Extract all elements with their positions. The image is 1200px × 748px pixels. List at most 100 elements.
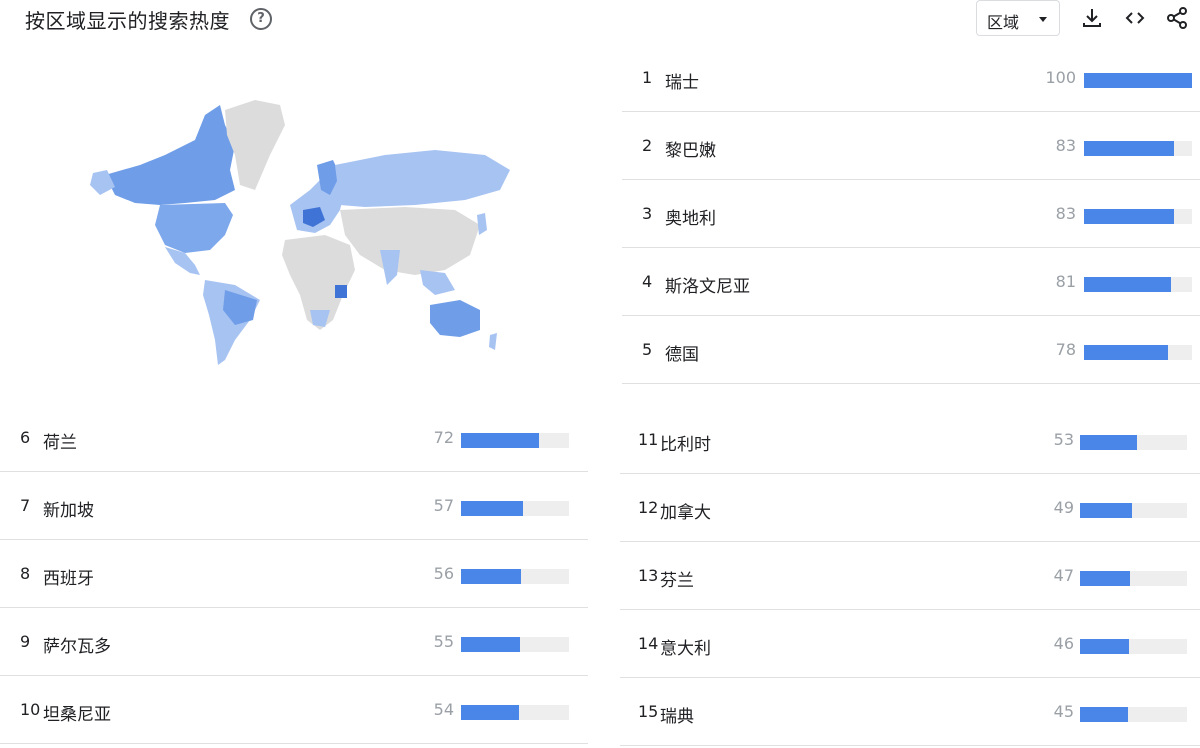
map-region-tanzania <box>335 285 347 298</box>
interest-bar-track <box>1080 639 1187 654</box>
interest-bar-track <box>461 501 569 516</box>
interest-bar-fill <box>1080 707 1129 722</box>
interest-bar-fill <box>1080 571 1131 586</box>
table-row[interactable]: 11 比利时 53 <box>620 406 1200 474</box>
interest-bar-track <box>1080 571 1187 586</box>
map-region-southeast-asia <box>420 270 455 295</box>
ranking-list-right: 11 比利时 53 12 加拿大 49 13 芬兰 47 14 意大利 46 15 瑞典 45 <box>620 406 1200 746</box>
interest-value: 56 <box>433 564 454 583</box>
interest-bar-track <box>1080 707 1187 722</box>
interest-bar-fill <box>1080 435 1137 450</box>
region-name[interactable]: 德国 <box>665 340 699 365</box>
map-region-greenland <box>225 100 285 190</box>
table-row[interactable]: 6 荷兰 72 <box>0 404 588 472</box>
interest-bar-fill <box>1080 503 1133 518</box>
widget-header: 按区域显示的搜索热度 ? 区域 <box>0 0 1200 40</box>
world-choropleth-map[interactable] <box>85 95 525 370</box>
interest-value: 72 <box>433 428 454 447</box>
rank-number: 5 <box>642 340 653 359</box>
interest-bar-track <box>1084 277 1192 292</box>
rank-number: 6 <box>20 428 31 447</box>
interest-bar-fill <box>1084 345 1169 360</box>
region-dropdown[interactable]: 区域 <box>976 0 1060 36</box>
rank-number: 4 <box>642 272 653 291</box>
interest-bar-fill <box>461 569 522 584</box>
table-row[interactable]: 7 新加坡 57 <box>0 472 588 540</box>
table-row[interactable]: 2 黎巴嫩 83 <box>622 112 1200 180</box>
region-name[interactable]: 瑞士 <box>665 68 699 93</box>
interest-bar-track <box>461 433 569 448</box>
table-row[interactable]: 15 瑞典 45 <box>620 678 1200 746</box>
table-row[interactable]: 8 西班牙 56 <box>0 540 588 608</box>
interest-value: 81 <box>1055 272 1076 291</box>
table-row[interactable]: 10 坦桑尼亚 54 <box>0 676 588 744</box>
table-row[interactable]: 4 斯洛文尼亚 81 <box>622 248 1200 316</box>
interest-value: 100 <box>1045 68 1076 87</box>
interest-bar-track <box>1084 141 1192 156</box>
rank-number: 11 <box>638 430 659 449</box>
region-name[interactable]: 西班牙 <box>43 564 94 589</box>
interest-bar-fill <box>461 705 520 720</box>
region-dropdown-label: 区域 <box>987 13 1020 32</box>
map-region-new-zealand <box>489 333 497 350</box>
region-name[interactable]: 斯洛文尼亚 <box>665 272 750 297</box>
interest-value: 54 <box>433 700 454 719</box>
rank-number: 13 <box>638 566 659 585</box>
rank-number: 10 <box>20 700 41 719</box>
region-name[interactable]: 比利时 <box>660 430 711 455</box>
interest-bar-track <box>461 569 569 584</box>
rank-number: 9 <box>20 632 31 651</box>
interest-value: 83 <box>1055 136 1076 155</box>
rank-number: 14 <box>638 634 659 653</box>
share-icon[interactable] <box>1165 6 1189 30</box>
table-row[interactable]: 1 瑞士 100 <box>622 44 1200 112</box>
ranking-list-left: 6 荷兰 72 7 新加坡 57 8 西班牙 56 9 萨尔瓦多 55 10 坦桑尼亚 54 <box>0 404 588 744</box>
question-circle-icon[interactable]: ? <box>250 8 272 30</box>
rank-number: 8 <box>20 564 31 583</box>
interest-bar-track <box>1084 73 1192 88</box>
interest-bar-fill <box>461 433 539 448</box>
interest-value: 55 <box>433 632 454 651</box>
rank-number: 15 <box>638 702 659 721</box>
rank-number: 7 <box>20 496 31 515</box>
region-name[interactable]: 坦桑尼亚 <box>43 700 111 725</box>
region-name[interactable]: 黎巴嫩 <box>665 136 716 161</box>
rank-number: 1 <box>642 68 653 87</box>
region-name[interactable]: 荷兰 <box>43 428 77 453</box>
region-name[interactable]: 萨尔瓦多 <box>43 632 111 657</box>
ranking-list-top: 1 瑞士 100 2 黎巴嫩 83 3 奥地利 83 4 斯洛文尼亚 81 5 德国 78 <box>622 44 1200 384</box>
interest-value: 45 <box>1053 702 1074 721</box>
region-name[interactable]: 芬兰 <box>660 566 694 591</box>
table-row[interactable]: 14 意大利 46 <box>620 610 1200 678</box>
rank-number: 12 <box>638 498 659 517</box>
region-name[interactable]: 瑞典 <box>660 702 694 727</box>
map-region-usa <box>155 203 233 253</box>
table-row[interactable]: 12 加拿大 49 <box>620 474 1200 542</box>
embed-code-icon[interactable] <box>1123 6 1147 30</box>
download-icon[interactable] <box>1080 6 1104 30</box>
interest-value: 46 <box>1053 634 1074 653</box>
region-name[interactable]: 新加坡 <box>43 496 94 521</box>
table-row[interactable]: 9 萨尔瓦多 55 <box>0 608 588 676</box>
map-region-japan <box>477 213 487 235</box>
interest-bar-fill <box>1084 209 1174 224</box>
map-region-russia <box>335 150 510 207</box>
interest-bar-fill <box>1080 639 1130 654</box>
interest-bar-track <box>461 637 569 652</box>
table-row[interactable]: 5 德国 78 <box>622 316 1200 384</box>
interest-bar-track <box>1084 209 1192 224</box>
interest-bar-fill <box>461 637 521 652</box>
map-region-australia <box>430 300 480 337</box>
interest-value: 47 <box>1053 566 1074 585</box>
table-row[interactable]: 3 奥地利 83 <box>622 180 1200 248</box>
region-name[interactable]: 奥地利 <box>665 204 716 229</box>
region-name[interactable]: 加拿大 <box>660 498 711 523</box>
table-row[interactable]: 13 芬兰 47 <box>620 542 1200 610</box>
interest-value: 57 <box>433 496 454 515</box>
interest-bar-fill <box>1084 73 1192 88</box>
interest-value: 49 <box>1053 498 1074 517</box>
interest-bar-fill <box>1084 277 1172 292</box>
region-name[interactable]: 意大利 <box>660 634 711 659</box>
interest-value: 78 <box>1055 340 1076 359</box>
interest-bar-track <box>1084 345 1192 360</box>
